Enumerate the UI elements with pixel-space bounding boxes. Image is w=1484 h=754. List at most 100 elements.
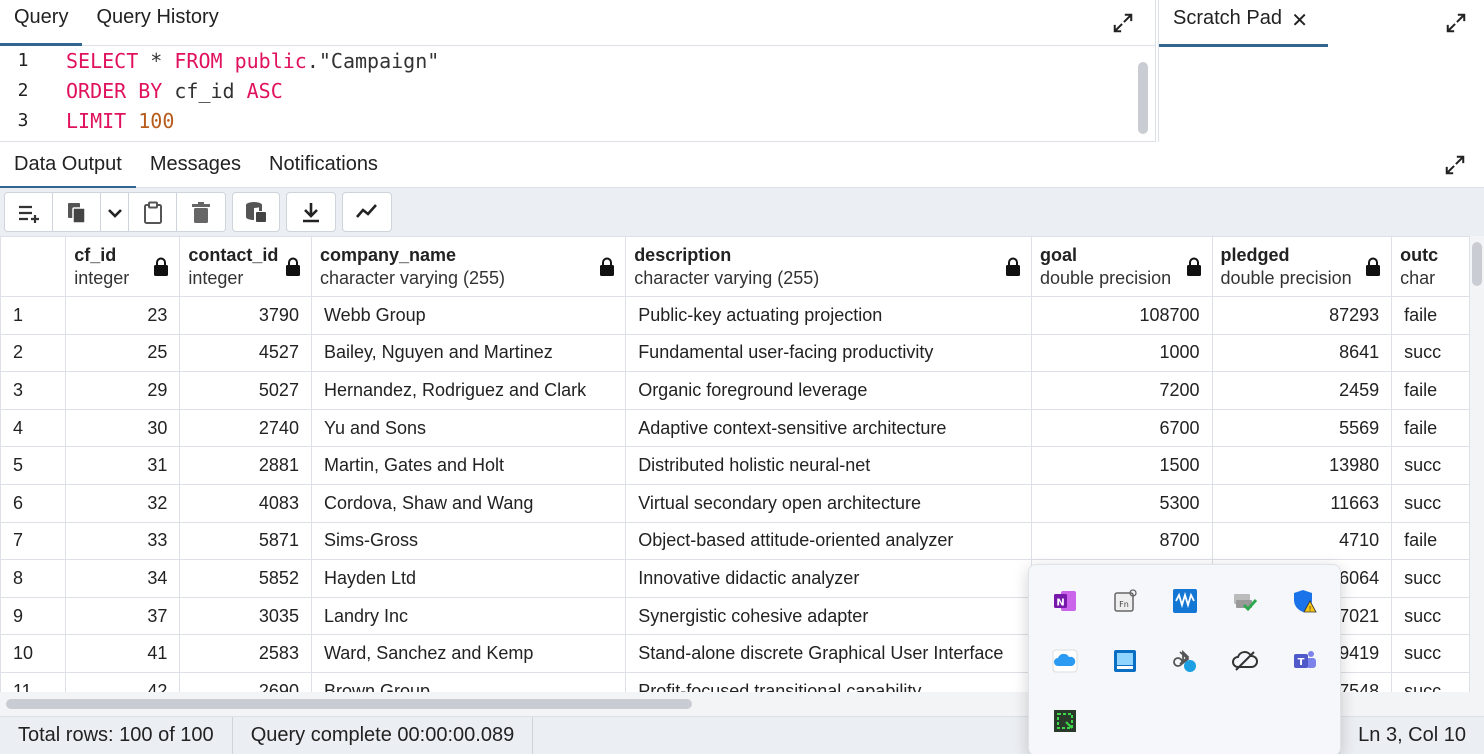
table-cell[interactable]: Profit-focused transitional capability — [625, 671, 1033, 692]
table-row[interactable]: 3 29 5027 Hernandez, Rodriguez and Clark Org… — [0, 371, 1470, 410]
onenote-icon[interactable]: N — [1051, 587, 1079, 615]
table-cell[interactable]: Adaptive context-sensitive architecture — [625, 408, 1033, 448]
table-cell[interactable]: 5569 — [1211, 408, 1393, 448]
table-row[interactable]: 6 32 4083 Cordova, Shaw and Wang Virtual sec… — [0, 483, 1470, 523]
maximize-icon[interactable] — [1112, 12, 1134, 34]
table-cell[interactable]: succ — [1391, 483, 1470, 523]
table-cell[interactable]: Brown Group — [310, 671, 627, 692]
table-cell[interactable]: Martin, Gates and Holt — [310, 446, 627, 485]
table-cell[interactable]: 1000 — [1031, 333, 1213, 373]
table-cell[interactable]: 8700 — [1031, 521, 1213, 561]
table-cell[interactable]: 2740 — [179, 408, 312, 448]
row-number-cell[interactable]: 4 — [0, 408, 67, 448]
editor-scrollbar[interactable] — [1138, 62, 1148, 134]
table-cell[interactable]: Yu and Sons — [310, 408, 627, 448]
table-cell[interactable]: 4083 — [179, 483, 312, 523]
table-cell[interactable]: 23 — [65, 296, 181, 335]
table-cell[interactable]: 2459 — [1211, 371, 1393, 410]
table-cell[interactable]: 4710 — [1211, 521, 1393, 561]
table-cell[interactable]: faile — [1391, 371, 1470, 410]
row-number-cell[interactable]: 7 — [0, 521, 67, 561]
table-cell[interactable]: succ — [1391, 671, 1470, 692]
column-header-outcome[interactable]: outc char — [1391, 236, 1470, 297]
table-cell[interactable]: 13980 — [1211, 446, 1393, 485]
table-cell[interactable]: Webb Group — [310, 296, 627, 335]
tab-data-output[interactable]: Data Output — [0, 142, 136, 189]
row-number-cell[interactable]: 11 — [0, 671, 67, 692]
table-cell[interactable]: faile — [1391, 296, 1470, 335]
table-cell[interactable]: 34 — [65, 559, 181, 598]
table-cell[interactable]: 6700 — [1031, 408, 1213, 448]
table-cell[interactable]: 3790 — [179, 296, 312, 335]
table-cell[interactable]: 1500 — [1031, 446, 1213, 485]
table-cell[interactable]: faile — [1391, 408, 1470, 448]
column-header-cf-id[interactable]: cf_id integer — [65, 236, 181, 297]
save-data-button[interactable] — [232, 192, 280, 232]
row-number-cell[interactable]: 10 — [0, 634, 67, 673]
row-number-cell[interactable]: 5 — [0, 446, 67, 485]
table-cell[interactable]: 2881 — [179, 446, 312, 485]
table-cell[interactable]: Fundamental user-facing productivity — [625, 333, 1033, 373]
table-cell[interactable]: Distributed holistic neural-net — [625, 446, 1033, 485]
row-number-header[interactable] — [0, 236, 67, 297]
waves-audio-icon[interactable] — [1171, 587, 1199, 615]
table-cell[interactable]: Landry Inc — [310, 596, 627, 636]
close-icon[interactable]: ✕ — [1291, 8, 1308, 33]
column-header-goal[interactable]: goal double precision — [1031, 236, 1213, 297]
bluetooth-device-icon[interactable] — [1171, 647, 1199, 675]
row-number-cell[interactable]: 3 — [0, 371, 67, 410]
grid-vertical-scrollbar[interactable] — [1470, 236, 1484, 692]
table-cell[interactable]: succ — [1391, 634, 1470, 673]
copy-options-chevron-down-icon[interactable] — [101, 193, 129, 231]
table-cell[interactable]: 8641 — [1211, 333, 1393, 373]
table-cell[interactable]: 33 — [65, 521, 181, 561]
row-number-cell[interactable]: 6 — [0, 483, 67, 523]
table-row[interactable]: 7 33 5871 Sims-Gross Object-based attitude-o… — [0, 521, 1470, 561]
table-cell[interactable]: succ — [1391, 559, 1470, 598]
paste-button[interactable] — [129, 193, 177, 231]
security-warning-icon[interactable]: ! — [1291, 587, 1319, 615]
tab-messages[interactable]: Messages — [136, 142, 255, 188]
table-cell[interactable]: 3035 — [179, 596, 312, 636]
table-row[interactable]: 2 25 4527 Bailey, Nguyen and Martinez Fundam… — [0, 333, 1470, 373]
tab-notifications[interactable]: Notifications — [255, 142, 392, 188]
table-cell[interactable]: Object-based attitude-oriented analyzer — [625, 521, 1033, 561]
add-row-button[interactable] — [5, 193, 53, 231]
tab-scratch-pad[interactable]: Scratch Pad ✕ — [1159, 0, 1328, 47]
column-header-contact-id[interactable]: contact_id integer — [179, 236, 312, 297]
column-header-pledged[interactable]: pledged double precision — [1211, 236, 1393, 297]
table-cell[interactable]: 11663 — [1211, 483, 1393, 523]
graph-visualiser-button[interactable] — [342, 192, 392, 232]
table-cell[interactable]: Hayden Ltd — [310, 559, 627, 598]
table-cell[interactable]: 30 — [65, 408, 181, 448]
table-cell[interactable]: 5871 — [179, 521, 312, 561]
table-cell[interactable]: 5852 — [179, 559, 312, 598]
table-cell[interactable]: Virtual secondary open architecture — [625, 483, 1033, 523]
table-cell[interactable]: faile — [1391, 521, 1470, 561]
table-cell[interactable]: 41 — [65, 634, 181, 673]
copy-button[interactable] — [53, 193, 101, 231]
table-cell[interactable]: 42 — [65, 671, 181, 692]
maximize-icon[interactable] — [1444, 154, 1466, 176]
table-cell[interactable]: 31 — [65, 446, 181, 485]
table-cell[interactable]: 5027 — [179, 371, 312, 410]
table-cell[interactable]: 87293 — [1211, 296, 1393, 335]
delete-button[interactable] — [177, 193, 225, 231]
table-cell[interactable]: 2583 — [179, 634, 312, 673]
table-cell[interactable]: Innovative didactic analyzer — [625, 559, 1033, 598]
table-cell[interactable]: 4527 — [179, 333, 312, 373]
table-cell[interactable]: 7200 — [1031, 371, 1213, 410]
tab-query-history[interactable]: Query History — [82, 0, 232, 45]
table-cell[interactable]: 25 — [65, 333, 181, 373]
greenshot-icon[interactable] — [1051, 707, 1079, 735]
column-header-company-name[interactable]: company_name character varying (255) — [310, 236, 627, 297]
table-cell[interactable]: succ — [1391, 596, 1470, 636]
table-cell[interactable]: 37 — [65, 596, 181, 636]
table-cell[interactable]: Ward, Sanchez and Kemp — [310, 634, 627, 673]
tab-query[interactable]: Query — [0, 0, 83, 46]
fn-lock-icon[interactable]: Fn — [1111, 587, 1139, 615]
intel-graphics-icon[interactable] — [1111, 647, 1139, 675]
row-number-cell[interactable]: 9 — [0, 596, 67, 636]
table-cell[interactable]: Public-key actuating projection — [625, 296, 1033, 335]
table-cell[interactable]: Organic foreground leverage — [625, 371, 1033, 410]
